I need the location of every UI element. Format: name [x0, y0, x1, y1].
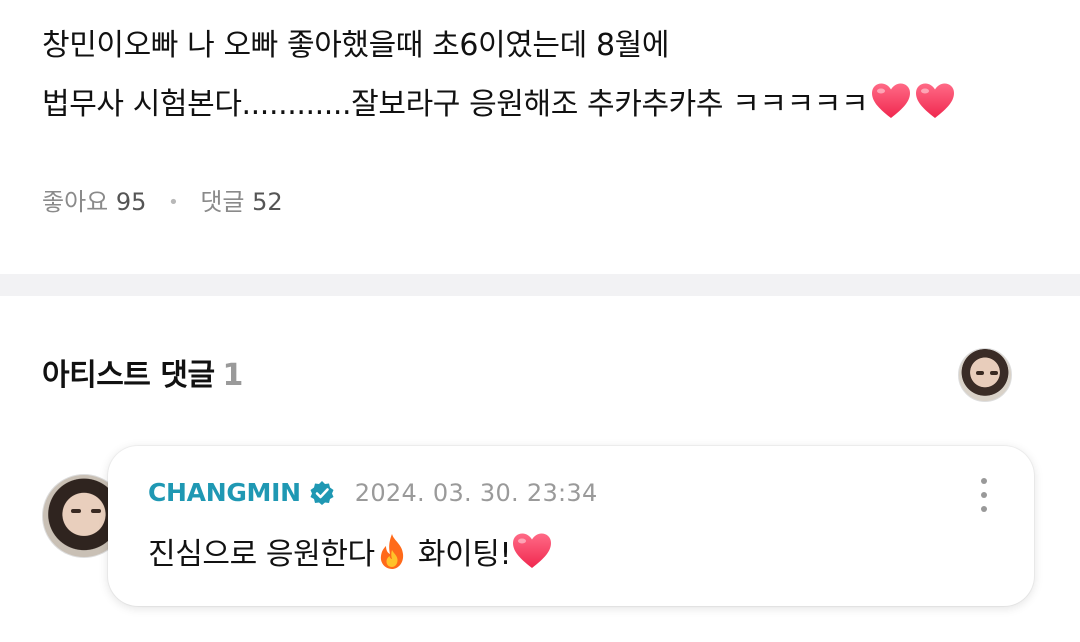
heart-icon	[513, 533, 552, 568]
likes-label: 좋아요	[42, 188, 109, 216]
artist-comments-title-text: 아티스트 댓글	[42, 358, 215, 393]
artist-comment-card[interactable]: CHANGMIN 2024. 03. 30. 23:34 진심으로 응원한다 화…	[108, 446, 1034, 606]
comments-label: 댓글	[200, 188, 245, 216]
section-divider	[0, 274, 1080, 296]
artist-comments-section: 아티스트 댓글 1 CHANGMIN 2024. 03. 30. 23:34 진심…	[0, 296, 1080, 642]
comment-header: CHANGMIN 2024. 03. 30. 23:34	[148, 478, 598, 507]
heart-icon	[916, 83, 955, 118]
more-options-icon[interactable]	[974, 478, 994, 512]
verified-badge-icon	[310, 480, 334, 505]
likes-count[interactable]: 95	[116, 188, 147, 216]
post-text-line-2: 법무사 시험본다............잘보라구 응원해조 추카추카추 ㅋㅋㅋㅋ…	[42, 82, 956, 125]
separator-dot: •	[168, 192, 179, 213]
artist-comments-count: 1	[222, 358, 244, 393]
artist-comments-title: 아티스트 댓글 1	[42, 356, 243, 396]
comment-text-before: 진심으로 응원한다	[148, 537, 375, 572]
comment-timestamp: 2024. 03. 30. 23:34	[354, 478, 598, 507]
heart-icon	[872, 83, 911, 118]
comments-count[interactable]: 52	[252, 188, 283, 216]
post-text-line-1: 창민이오빠 나 오빠 좋아했을때 초6이였는데 8월에	[42, 28, 670, 63]
post-stats: 좋아요 95 • 댓글 52	[42, 186, 283, 219]
comment-author-name[interactable]: CHANGMIN	[148, 478, 301, 507]
post-text-line-2-text: 법무사 시험본다............잘보라구 응원해조 추카추카추 ㅋㅋㅋㅋ…	[42, 87, 869, 122]
comment-text-after: 화이팅!	[408, 537, 512, 572]
comment-text: 진심으로 응원한다 화이팅!	[148, 532, 553, 575]
fire-icon	[380, 534, 403, 569]
artist-avatar[interactable]	[958, 348, 1012, 402]
post-content: 창민이오빠 나 오빠 좋아했을때 초6이였는데 8월에 법무사 시험본다....…	[0, 0, 1080, 274]
